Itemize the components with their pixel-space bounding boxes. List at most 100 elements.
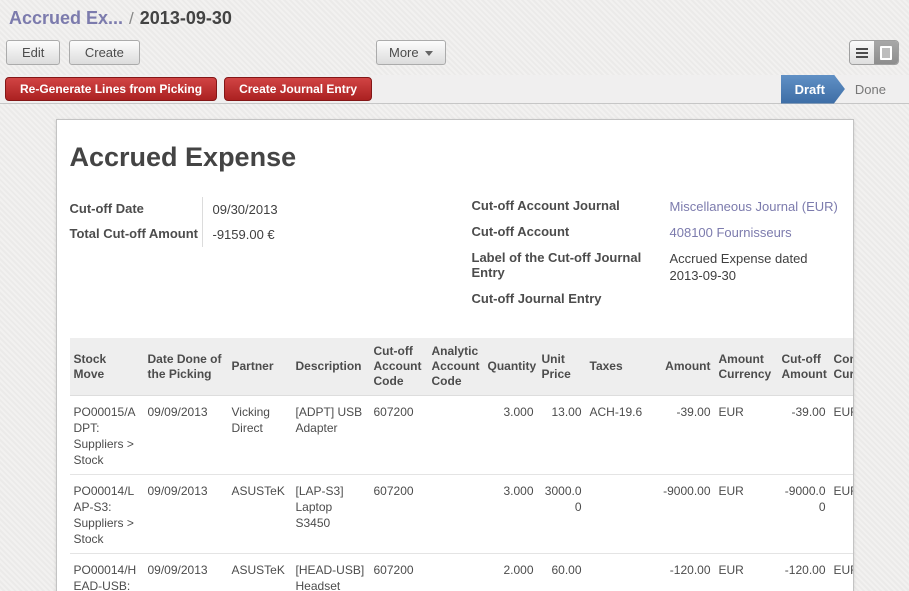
list-view-button[interactable] [850,41,874,64]
state-draft: Draft [781,75,845,104]
right-field-group: Cut-off Account Journal Miscellaneous Jo… [472,197,840,316]
col-description: Description [292,338,370,396]
field-label: Cut-off Date [70,197,202,222]
cell-cutoff-account-code: 607200 [370,475,428,554]
table-row[interactable]: PO00014/HEAD-USB: Suppliers > Stock 09/0… [70,554,853,591]
field-label: Total Cut-off Amount [70,222,202,247]
cell-stock-move: PO00014/HEAD-USB: Suppliers > Stock [70,554,144,591]
field-label: Cut-off Account [472,223,670,244]
left-field-group: Cut-off Date 09/30/2013 Total Cut-off Am… [70,197,472,316]
field-cutoff-account: Cut-off Account 408100 Fournisseurs [472,223,840,244]
state-widget: Draft Done [781,75,904,104]
field-value: 09/30/2013 [202,197,432,222]
table-row[interactable]: PO00015/ADPT: Suppliers > Stock 09/09/20… [70,396,853,475]
cell-cutoff-amount: -9000.00 [778,475,830,554]
col-date-done: Date Done of the Picking [144,338,228,396]
cell-amount: -39.00 [654,396,715,475]
cell-description: [LAP-S3] Laptop S3450 [292,475,370,554]
field-groups: Cut-off Date 09/30/2013 Total Cut-off Am… [70,197,840,316]
field-label: Cut-off Account Journal [472,197,670,218]
cell-analytic-account-code [428,396,484,475]
col-taxes: Taxes [586,338,654,396]
col-company-currency: Company Currency [830,338,853,396]
create-button[interactable]: Create [69,40,140,65]
col-cutoff-amount: Cut-off Amount [778,338,830,396]
cell-stock-move: PO00015/ADPT: Suppliers > Stock [70,396,144,475]
cell-unit-price: 13.00 [538,396,586,475]
state-done: Done [845,75,904,104]
account-link[interactable]: 408100 Fournisseurs [670,223,840,244]
breadcrumb-separator: / [129,9,134,28]
cell-unit-price: 3000.00 [538,475,586,554]
cell-taxes [586,475,654,554]
field-cutoff-date: Cut-off Date 09/30/2013 [70,197,472,222]
cell-date-done: 09/09/2013 [144,396,228,475]
cell-description: [ADPT] USB Adapter [292,396,370,475]
cell-amount-currency: EUR [715,554,778,591]
cell-company-currency: EUR [830,396,853,475]
cutoff-lines-list: Stock Move Date Done of the Picking Part… [70,338,853,591]
field-value: Accrued Expense dated 2013-09-30 [670,249,840,285]
list-view-icon [856,46,868,60]
field-total-cutoff-amount: Total Cut-off Amount -9159.00 € [70,222,472,247]
cell-stock-move: PO00014/LAP-S3: Suppliers > Stock [70,475,144,554]
field-value: -9159.00 € [202,222,432,247]
cell-date-done: 09/09/2013 [144,475,228,554]
col-amount-currency: Amount Currency [715,338,778,396]
col-quantity: Quantity [484,338,538,396]
field-cutoff-journal-entry: Cut-off Journal Entry [472,290,840,311]
chevron-down-icon [425,51,433,56]
form-view-icon [880,46,892,60]
table-header-row: Stock Move Date Done of the Picking Part… [70,338,853,396]
cell-quantity: 3.000 [484,396,538,475]
edit-button[interactable]: Edit [6,40,60,65]
cell-description: [HEAD-USB] Headset USB [292,554,370,591]
breadcrumb-current: 2013-09-30 [140,8,232,28]
col-unit-price: Unit Price [538,338,586,396]
more-label: More [389,45,419,60]
status-bar: Re-Generate Lines from Picking Create Jo… [0,75,909,104]
col-partner: Partner [228,338,292,396]
col-stock-move: Stock Move [70,338,144,396]
cell-analytic-account-code [428,554,484,591]
cell-partner: ASUSTeK [228,554,292,591]
regenerate-lines-button[interactable]: Re-Generate Lines from Picking [5,77,217,101]
field-cutoff-account-journal: Cut-off Account Journal Miscellaneous Jo… [472,197,840,218]
col-amount: Amount [654,338,715,396]
field-journal-entry-label: Label of the Cut-off Journal Entry Accru… [472,249,840,285]
cell-amount-currency: EUR [715,396,778,475]
lines-table: Stock Move Date Done of the Picking Part… [70,338,853,591]
form-sheet: Accrued Expense Cut-off Date 09/30/2013 … [56,119,854,591]
cell-analytic-account-code [428,475,484,554]
cell-amount: -9000.00 [654,475,715,554]
cell-taxes: ACH-19.6 [586,396,654,475]
cell-amount: -120.00 [654,554,715,591]
more-dropdown-button[interactable]: More [376,40,446,65]
col-cutoff-account-code: Cut-off Account Code [370,338,428,396]
journal-link[interactable]: Miscellaneous Journal (EUR) [670,197,840,218]
cell-date-done: 09/09/2013 [144,554,228,591]
field-label: Label of the Cut-off Journal Entry [472,249,670,285]
cell-amount-currency: EUR [715,475,778,554]
cell-partner: Vicking Direct [228,396,292,475]
breadcrumb: Accrued Ex... / 2013-09-30 [0,0,909,32]
view-switcher [849,40,899,65]
cell-quantity: 2.000 [484,554,538,591]
create-journal-entry-button[interactable]: Create Journal Entry [224,77,372,101]
cell-cutoff-account-code: 607200 [370,396,428,475]
table-row[interactable]: PO00014/LAP-S3: Suppliers > Stock 09/09/… [70,475,853,554]
form-view-area: Accrued Expense Cut-off Date 09/30/2013 … [0,104,909,591]
cell-taxes [586,554,654,591]
page-title: Accrued Expense [70,142,840,173]
form-view-button[interactable] [874,41,898,64]
cell-partner: ASUSTeK [228,475,292,554]
cell-unit-price: 60.00 [538,554,586,591]
cell-cutoff-amount: -39.00 [778,396,830,475]
form-toolbar: Edit Create More [0,32,909,75]
breadcrumb-parent-link[interactable]: Accrued Ex... [9,8,123,28]
cell-company-currency: EUR [830,475,853,554]
cell-cutoff-account-code: 607200 [370,554,428,591]
cell-cutoff-amount: -120.00 [778,554,830,591]
col-analytic-account-code: Analytic Account Code [428,338,484,396]
cell-company-currency: EUR [830,554,853,591]
